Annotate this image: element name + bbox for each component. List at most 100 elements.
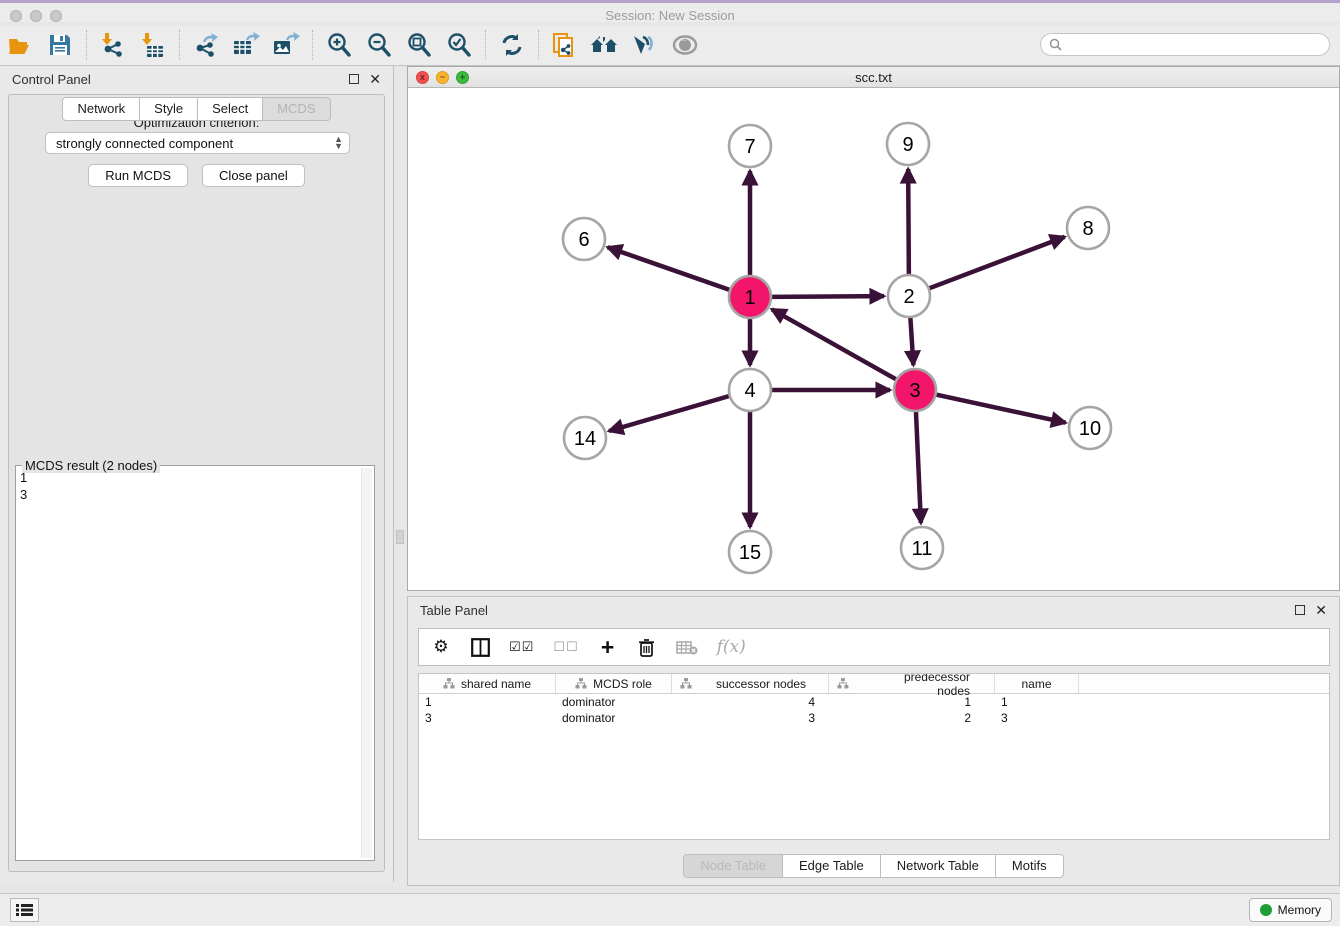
table-cell[interactable]: 2 bbox=[829, 711, 995, 725]
close-table-panel-icon[interactable]: ✕ bbox=[1315, 605, 1327, 615]
main-content: Control Panel ✕ Network Style Select MCD… bbox=[0, 66, 1340, 893]
table-cell[interactable]: 1 bbox=[995, 695, 1079, 709]
main-toolbar bbox=[0, 25, 1340, 66]
graph-edge-2-8[interactable] bbox=[930, 237, 1065, 288]
mcds-result-text[interactable]: 1 3 bbox=[20, 469, 360, 857]
column-header-successor-nodes[interactable]: successor nodes bbox=[672, 674, 829, 693]
birdseye-view-button[interactable] bbox=[665, 28, 705, 62]
zoom-fit-button[interactable] bbox=[399, 28, 439, 62]
mcds-panel: Optimization criterion: strongly connect… bbox=[8, 94, 385, 872]
graph-edge-3-10[interactable] bbox=[936, 395, 1065, 423]
table-cell[interactable]: 3 bbox=[672, 711, 829, 725]
graph-edge-4-14[interactable] bbox=[609, 396, 729, 431]
add-column-button[interactable]: + bbox=[598, 638, 618, 656]
result-scrollbar[interactable] bbox=[361, 468, 372, 858]
columns-icon bbox=[471, 638, 490, 657]
zoom-in-icon bbox=[326, 32, 352, 58]
tab-motifs[interactable]: Motifs bbox=[996, 854, 1064, 878]
close-panel-button[interactable]: Close panel bbox=[202, 164, 305, 187]
show-columns-button[interactable] bbox=[470, 638, 490, 657]
table-cell[interactable]: dominator bbox=[556, 695, 672, 709]
table-cell[interactable]: 1 bbox=[829, 695, 995, 709]
hide-graphics-details-button[interactable] bbox=[625, 28, 665, 62]
graph-node-label-3: 3 bbox=[909, 380, 920, 402]
delete-table-icon bbox=[676, 640, 698, 655]
column-label: name bbox=[1021, 677, 1051, 691]
control-panel: Control Panel ✕ Network Style Select MCD… bbox=[0, 66, 394, 882]
save-session-button[interactable] bbox=[40, 28, 80, 62]
delete-table-button[interactable] bbox=[676, 640, 698, 655]
table-row[interactable]: 1dominator411 bbox=[419, 694, 1329, 710]
export-network-button[interactable] bbox=[186, 28, 226, 62]
function-builder-button[interactable]: f(x) bbox=[717, 637, 746, 657]
table-cell[interactable]: dominator bbox=[556, 711, 672, 725]
vertical-splitter-grip[interactable] bbox=[396, 530, 404, 544]
control-panel-tabs: Network Style Select MCDS bbox=[0, 97, 393, 121]
graph-edge-3-1[interactable] bbox=[772, 309, 896, 379]
import-network-button[interactable] bbox=[93, 28, 133, 62]
column-header-mcds-role[interactable]: MCDS role bbox=[556, 674, 672, 693]
import-network-icon bbox=[100, 32, 126, 58]
search-field[interactable] bbox=[1040, 33, 1330, 56]
network-file-button[interactable] bbox=[545, 28, 585, 62]
network-canvas[interactable]: 7968124314101511 bbox=[408, 88, 1339, 590]
memory-button[interactable]: Memory bbox=[1249, 898, 1332, 922]
tab-node-table[interactable]: Node Table bbox=[683, 854, 783, 878]
graph-edge-2-9[interactable] bbox=[908, 169, 909, 274]
tab-network[interactable]: Network bbox=[62, 97, 140, 121]
column-header-shared-name[interactable]: shared name bbox=[419, 674, 556, 693]
unselect-all-columns-button[interactable]: ☐☐ bbox=[553, 640, 578, 655]
toolbar-separator bbox=[86, 30, 87, 60]
table-cell[interactable]: 4 bbox=[672, 695, 829, 709]
mcds-result-fieldset: MCDS result (2 nodes) 1 3 bbox=[15, 465, 375, 861]
select-all-columns-button[interactable]: ☑☑ bbox=[509, 640, 534, 655]
zoom-in-button[interactable] bbox=[319, 28, 359, 62]
tree-icon bbox=[575, 678, 587, 689]
float-panel-icon[interactable] bbox=[349, 74, 359, 84]
column-header-name[interactable]: name bbox=[995, 674, 1079, 693]
zoom-selected-button[interactable] bbox=[439, 28, 479, 62]
optimization-criterion-select[interactable]: strongly connected component ▲▼ bbox=[45, 132, 350, 154]
title-bar: Session: New Session bbox=[0, 0, 1340, 22]
float-table-panel-icon[interactable] bbox=[1295, 605, 1305, 615]
network-title-bar[interactable]: x − + scc.txt bbox=[408, 67, 1339, 88]
zoom-out-button[interactable] bbox=[359, 28, 399, 62]
graph-edge-3-11[interactable] bbox=[916, 412, 921, 523]
import-table-button[interactable] bbox=[133, 28, 173, 62]
graph-node-label-4: 4 bbox=[744, 380, 755, 402]
export-table-button[interactable] bbox=[226, 28, 266, 62]
delete-columns-button[interactable] bbox=[637, 638, 657, 657]
table-cell[interactable]: 3 bbox=[995, 711, 1079, 725]
apply-layout-button[interactable] bbox=[492, 28, 532, 62]
zoom-selected-icon bbox=[446, 32, 472, 58]
graph-edge-2-3[interactable] bbox=[910, 318, 913, 365]
column-header-predecessor-nodes[interactable]: predecessor nodes bbox=[829, 674, 995, 693]
export-image-button[interactable] bbox=[266, 28, 306, 62]
table-cell[interactable]: 1 bbox=[419, 695, 556, 709]
search-input[interactable] bbox=[1067, 38, 1321, 52]
open-session-button[interactable] bbox=[0, 28, 40, 62]
tab-style[interactable]: Style bbox=[140, 97, 198, 121]
table-options-button[interactable]: ⚙ bbox=[431, 637, 451, 657]
tab-network-table[interactable]: Network Table bbox=[881, 854, 996, 878]
tab-select[interactable]: Select bbox=[198, 97, 263, 121]
column-label: predecessor nodes bbox=[869, 673, 970, 698]
show-task-history-button[interactable] bbox=[10, 898, 39, 922]
graph-node-label-15: 15 bbox=[739, 542, 761, 564]
table-row[interactable]: 3dominator323 bbox=[419, 710, 1329, 726]
table-tabs: Node Table Edge Table Network Table Moti… bbox=[408, 854, 1339, 878]
home-button[interactable] bbox=[585, 28, 625, 62]
table-cell[interactable]: 3 bbox=[419, 711, 556, 725]
graph-node-label-7: 7 bbox=[744, 136, 755, 158]
memory-status-dot bbox=[1260, 904, 1272, 916]
close-panel-icon[interactable]: ✕ bbox=[369, 74, 381, 84]
column-label: MCDS role bbox=[593, 677, 652, 691]
graph-node-label-6: 6 bbox=[578, 229, 589, 251]
run-mcds-button[interactable]: Run MCDS bbox=[88, 164, 188, 187]
control-panel-title: Control Panel bbox=[12, 72, 91, 87]
graph-node-label-1: 1 bbox=[744, 287, 755, 309]
tab-edge-table[interactable]: Edge Table bbox=[783, 854, 881, 878]
graph-edge-1-6[interactable] bbox=[608, 247, 730, 289]
graph-edge-1-2[interactable] bbox=[772, 296, 884, 297]
tab-mcds[interactable]: MCDS bbox=[263, 97, 330, 121]
